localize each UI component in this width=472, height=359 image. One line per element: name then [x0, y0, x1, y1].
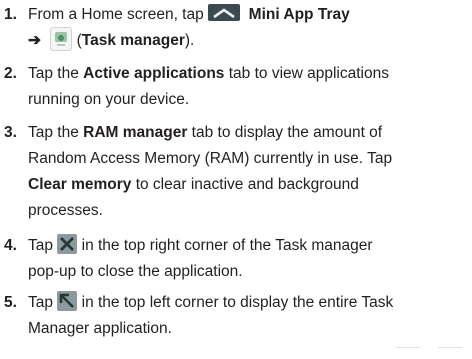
step-body: Tap in the top left corner to display th…	[28, 290, 468, 342]
step-line: Tap the RAM manager tab to display the a…	[28, 120, 468, 146]
step-text: Tap the	[28, 65, 84, 82]
step-text: in the top left corner to display the en…	[77, 294, 394, 311]
step-line: pop-up to close the application.	[28, 263, 243, 280]
step-line: From a Home screen, tap Mini App Tray	[28, 2, 468, 28]
step-text: Tap	[28, 237, 58, 254]
step-text: Tap the	[28, 124, 84, 141]
mini-app-tray-label: Mini App Tray	[248, 6, 350, 23]
step-body: Tap in the top right corner of the Task …	[28, 233, 468, 285]
step-line: Manager application.	[28, 320, 172, 337]
step-line: Clear memory to clear inactive and backg…	[28, 172, 468, 198]
step-line: Tap in the top right corner of the Task …	[28, 233, 468, 259]
step-number: 1.	[4, 6, 17, 23]
step-text: tab to display the amount of	[187, 124, 383, 141]
step-text: in the top right corner of the Task mana…	[77, 237, 373, 254]
step-line: running on your device.	[28, 91, 190, 108]
step-body: From a Home screen, tap Mini App Tray ➔ …	[28, 2, 468, 54]
step-line: processes.	[28, 202, 103, 219]
top-left-corner-arrow-icon	[57, 290, 78, 311]
step-number: 3.	[4, 124, 17, 141]
step-number: 4.	[4, 237, 17, 254]
step-4: 4. Tap in the top right corner of the Ta…	[0, 233, 472, 285]
step-line: Tap in the top left corner to display th…	[28, 290, 468, 316]
chevron-up-tab-icon	[208, 4, 241, 22]
step-body: Tap the RAM manager tab to display the a…	[28, 120, 468, 224]
step-text: From a Home screen, tap	[28, 6, 209, 23]
step-text: to clear inactive and background	[131, 176, 359, 193]
task-manager-label: Task manager	[81, 32, 185, 49]
page-edge-mark	[396, 347, 420, 353]
step-line: Random Access Memory (RAM) currently in …	[28, 150, 393, 167]
step-line: ➔ (Task manager).	[28, 26, 468, 54]
clear-memory-label: Clear memory	[28, 176, 132, 193]
instruction-page: 1. From a Home screen, tap Mini App Tray…	[0, 0, 472, 359]
step-text: (	[72, 32, 82, 49]
step-text: ).	[184, 32, 195, 49]
step-line: Tap the Active applications tab to view …	[28, 61, 468, 87]
active-applications-label: Active applications	[83, 65, 225, 82]
arrow-right-icon: ➔	[28, 32, 41, 49]
step-2: 2. Tap the Active applications tab to vi…	[0, 61, 472, 113]
step-5: 5. Tap in the top left corner to display…	[0, 290, 472, 342]
ram-manager-label: RAM manager	[83, 124, 188, 141]
step-number: 5.	[4, 294, 17, 311]
step-text: tab to view applications	[224, 65, 389, 82]
step-1: 1. From a Home screen, tap Mini App Tray…	[0, 2, 472, 54]
step-body: Tap the Active applications tab to view …	[28, 61, 468, 113]
close-x-icon	[57, 233, 78, 254]
step-text: Tap	[28, 294, 58, 311]
step-number: 2.	[4, 65, 17, 82]
task-manager-app-icon	[50, 26, 73, 51]
step-3: 3. Tap the RAM manager tab to display th…	[0, 120, 472, 224]
page-edge-mark	[438, 347, 462, 353]
